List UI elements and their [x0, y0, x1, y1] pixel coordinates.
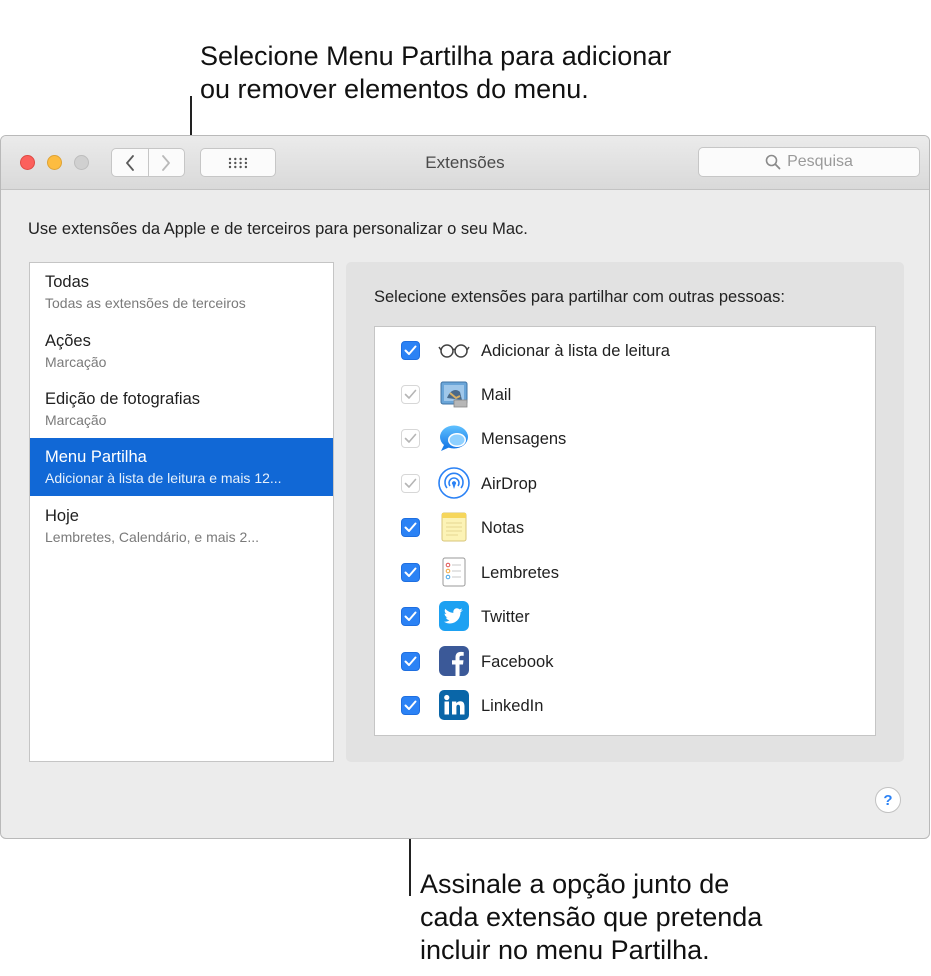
callout-top-line2: ou remover elementos do menu.	[200, 74, 589, 104]
extensions-window: Extensões Pesquisa Use extensões da Appl…	[0, 135, 930, 839]
list-item-airdrop: AirDrop	[375, 462, 875, 506]
mail-app-icon	[438, 378, 470, 410]
sidebar-item-acoes[interactable]: Ações Marcação	[30, 322, 333, 379]
airdrop-icon	[438, 467, 470, 499]
sidebar-item-name: Todas	[45, 273, 90, 291]
extensions-panel: Selecione extensões para partilhar com o…	[346, 262, 904, 762]
search-field[interactable]: Pesquisa	[698, 147, 920, 177]
extension-label: AirDrop	[481, 475, 537, 493]
checkmark-icon	[404, 389, 417, 399]
sidebar-item-subtitle: Marcação	[45, 412, 107, 428]
extension-categories-list: Todas Todas as extensões de terceiros Aç…	[29, 262, 334, 762]
sidebar-item-name: Ações	[45, 332, 91, 350]
search-icon	[765, 154, 781, 170]
linkedin-icon	[438, 689, 470, 721]
list-item-mensagens: Mensagens	[375, 417, 875, 461]
sidebar-item-subtitle: Todas as extensões de terceiros	[45, 295, 246, 311]
checkmark-icon	[404, 433, 417, 443]
extension-label: Mail	[481, 386, 512, 404]
extensions-list: Adicionar à lista de leitura Mail Mensag…	[374, 326, 876, 736]
checkmark-icon	[404, 567, 417, 577]
checkmark-icon	[404, 478, 417, 488]
callout-checkboxes: Assinale a opção junto de cada extensão …	[420, 868, 920, 967]
help-button[interactable]: ?	[875, 787, 901, 813]
extension-label: Facebook	[481, 653, 554, 671]
sidebar-item-menu-partilha[interactable]: Menu Partilha Adicionar à lista de leitu…	[30, 438, 333, 496]
extension-label: Adicionar à lista de leitura	[481, 342, 670, 360]
sidebar-item-edicao-fotografias[interactable]: Edição de fotografias Marcação	[30, 380, 333, 437]
sidebar-item-hoje[interactable]: Hoje Lembretes, Calendário, e mais 2...	[30, 497, 333, 554]
checkbox-twitter[interactable]	[401, 607, 420, 626]
checkbox-linkedin[interactable]	[401, 696, 420, 715]
list-item-facebook: Facebook	[375, 640, 875, 684]
checkbox-mensagens	[401, 429, 420, 448]
description-text: Use extensões da Apple e de terceiros pa…	[28, 220, 528, 238]
reminders-app-icon	[438, 556, 470, 588]
checkmark-icon	[404, 345, 417, 355]
callout-bottom-line1: Assinale a opção junto de	[420, 869, 730, 899]
callout-share-menu: Selecione Menu Partilha para adicionar o…	[200, 40, 900, 106]
facebook-icon	[438, 645, 470, 677]
list-item-reading-list: Adicionar à lista de leitura	[375, 329, 875, 373]
checkbox-reading-list[interactable]	[401, 341, 420, 360]
checkmark-icon	[404, 700, 417, 710]
sidebar-item-name: Menu Partilha	[45, 448, 147, 466]
sidebar-item-subtitle: Adicionar à lista de leitura e mais 12..…	[45, 470, 282, 486]
sidebar-item-subtitle: Lembretes, Calendário, e mais 2...	[45, 529, 259, 545]
checkbox-mail	[401, 385, 420, 404]
checkbox-airdrop	[401, 474, 420, 493]
list-item-mail: Mail	[375, 373, 875, 417]
sidebar-item-subtitle: Marcação	[45, 354, 107, 370]
extension-label: Notas	[481, 519, 525, 537]
extension-label: LinkedIn	[481, 697, 544, 715]
checkmark-icon	[404, 611, 417, 621]
callout-bottom-line2: cada extensão que pretenda	[420, 902, 763, 932]
extension-label: Mensagens	[481, 430, 567, 448]
reading-glasses-icon	[438, 334, 470, 366]
callout-bottom-line3: incluir no menu Partilha.	[420, 935, 710, 965]
list-item-notas: Notas	[375, 506, 875, 550]
list-item-lembretes: Lembretes	[375, 551, 875, 595]
extension-label: Lembretes	[481, 564, 559, 582]
search-placeholder: Pesquisa	[787, 153, 853, 170]
panel-label: Selecione extensões para partilhar com o…	[374, 288, 785, 306]
list-item-linkedin: LinkedIn	[375, 684, 875, 728]
checkmark-icon	[404, 522, 417, 532]
list-item-twitter: Twitter	[375, 595, 875, 639]
checkbox-notas[interactable]	[401, 518, 420, 537]
title-bar: Extensões Pesquisa	[1, 136, 929, 190]
checkmark-icon	[404, 656, 417, 666]
sidebar-item-name: Edição de fotografias	[45, 390, 201, 408]
twitter-icon	[438, 600, 470, 632]
notes-app-icon	[438, 511, 470, 543]
messages-app-icon	[438, 422, 470, 454]
sidebar-item-name: Hoje	[45, 507, 79, 525]
callout-top-line1: Selecione Menu Partilha para adicionar	[200, 41, 672, 71]
checkbox-facebook[interactable]	[401, 652, 420, 671]
extension-label: Twitter	[481, 608, 530, 626]
sidebar-item-todas[interactable]: Todas Todas as extensões de terceiros	[30, 263, 333, 320]
checkbox-lembretes[interactable]	[401, 563, 420, 582]
